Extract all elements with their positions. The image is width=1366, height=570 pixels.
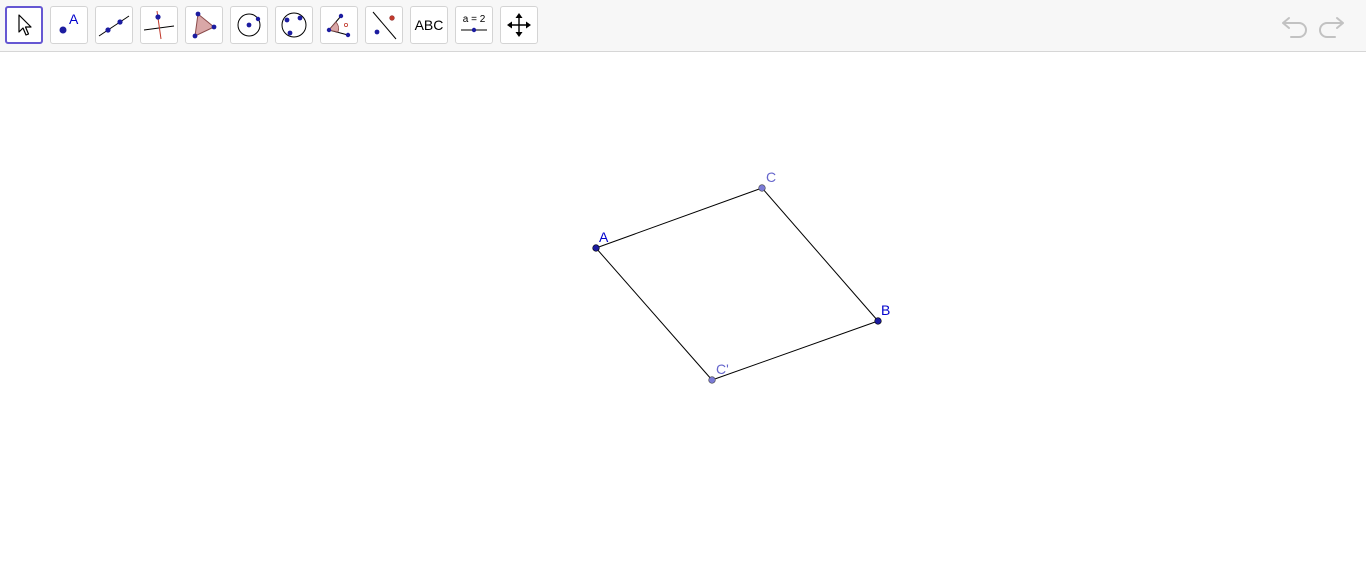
label-c: C bbox=[766, 169, 776, 185]
circle-three-points-icon bbox=[281, 12, 307, 38]
segment-c-prime-a[interactable] bbox=[595, 247, 713, 381]
reflect-about-line-tool-button[interactable] bbox=[365, 6, 403, 44]
angle-tool-button[interactable] bbox=[320, 6, 358, 44]
undo-button[interactable] bbox=[1278, 12, 1310, 42]
move-tool-button[interactable] bbox=[5, 6, 43, 44]
label-c-prime: C' bbox=[716, 361, 729, 377]
angle-icon bbox=[326, 13, 351, 38]
point-c[interactable] bbox=[758, 184, 766, 192]
redo-icon bbox=[1319, 17, 1344, 38]
move-graphics-view-tool-button[interactable] bbox=[500, 6, 538, 44]
polygon-icon bbox=[192, 11, 217, 39]
circle-center-icon bbox=[237, 13, 261, 37]
circle-three-points-tool-button[interactable] bbox=[275, 6, 313, 44]
point-tool-button[interactable]: A bbox=[50, 6, 88, 44]
text-tool-button[interactable]: ABC bbox=[410, 6, 448, 44]
perpendicular-line-icon bbox=[143, 10, 175, 40]
line-tool-button[interactable] bbox=[95, 6, 133, 44]
label-b: B bbox=[881, 302, 890, 318]
point-b[interactable] bbox=[874, 317, 882, 325]
segment-bc-prime[interactable] bbox=[711, 320, 879, 381]
label-a: A bbox=[599, 229, 609, 245]
segment-cb[interactable] bbox=[761, 187, 879, 322]
line-icon bbox=[98, 15, 130, 37]
undo-icon bbox=[1282, 17, 1307, 38]
reflect-icon bbox=[372, 11, 397, 40]
redo-button[interactable] bbox=[1316, 12, 1348, 42]
point-icon: A bbox=[59, 11, 79, 34]
graphics-view[interactable]: A B C C' bbox=[0, 53, 1366, 570]
perpendicular-line-tool-button[interactable] bbox=[140, 6, 178, 44]
circle-center-point-tool-button[interactable] bbox=[230, 6, 268, 44]
segment-ac[interactable] bbox=[595, 187, 763, 249]
text-icon: ABC bbox=[414, 17, 444, 33]
slider-tool-button[interactable]: a = 2 bbox=[455, 6, 493, 44]
cursor-arrow-icon bbox=[18, 14, 32, 36]
svg-text:a = 2: a = 2 bbox=[463, 14, 486, 25]
point-c-prime[interactable] bbox=[708, 376, 716, 384]
toolbar: A ABC a = 2 bbox=[0, 0, 1366, 52]
move-view-icon bbox=[507, 13, 531, 37]
svg-text:A: A bbox=[69, 11, 79, 27]
slider-icon: a = 2 bbox=[461, 14, 487, 33]
point-a[interactable] bbox=[592, 244, 600, 252]
polygon-tool-button[interactable] bbox=[185, 6, 223, 44]
